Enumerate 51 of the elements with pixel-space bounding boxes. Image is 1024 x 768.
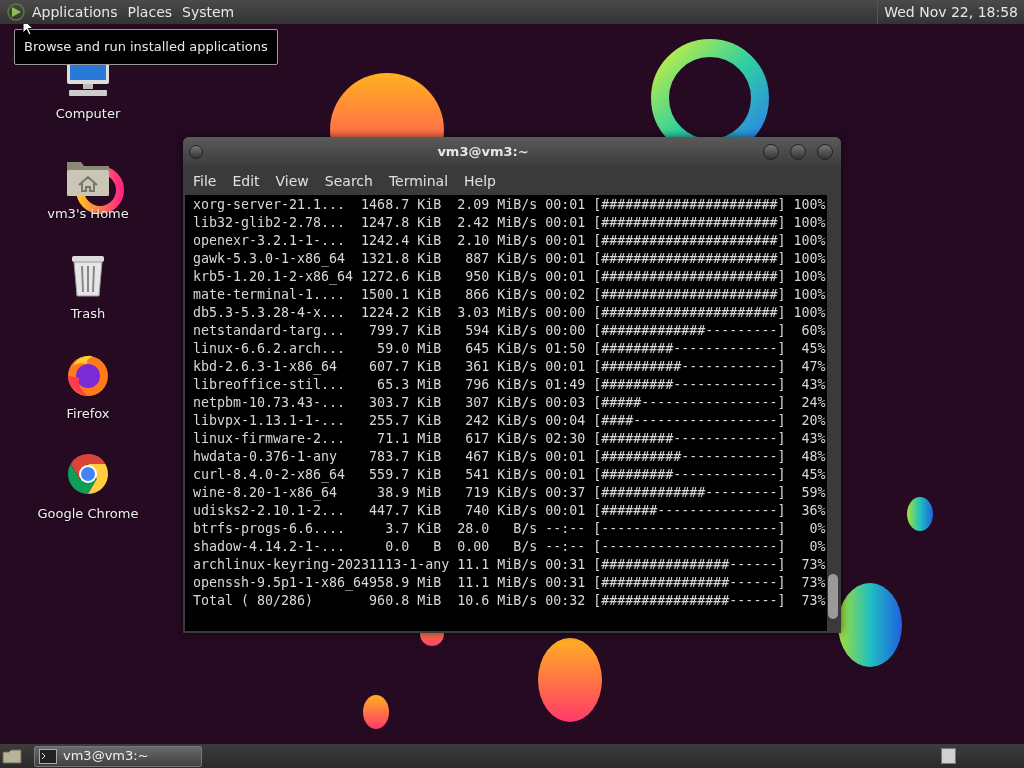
panel-menu[interactable]: System [178,1,239,23]
workspace-switcher[interactable] [941,748,956,764]
desktop-icon-label[interactable]: vm3's Home [47,204,129,224]
maximize-button[interactable] [790,144,806,160]
terminal-line: wine-8.20-1-x86_64 38.9 MiB 719 KiB/s 00:37 [#############---------] 59% [193,484,827,502]
window-title: vm3@vm3:~ [436,143,530,162]
title-bar[interactable]: vm3@vm3:~ [183,137,841,167]
terminal-line: kbd-2.6.3-1-x86_64 607.7 KiB 361 KiB/s 00:01 [##########------------] 47% [193,358,827,376]
terminal-line: netstandard-targ... 799.7 KiB 594 KiB/s 00:00 [#############---------] 60% [193,322,827,340]
terminal-line: shadow-4.14.2-1-... 0.0 B 0.00 B/s --:-- [----------------------] 0% [193,538,827,556]
terminal-line: linux-6.6.2.arch... 59.0 MiB 645 KiB/s 01:50 [#########-------------] 45% [193,340,827,358]
terminal-line: mate-terminal-1.... 1500.1 KiB 866 KiB/s 00:02 [######################] 100% [193,286,827,304]
menu-item[interactable]: View [268,170,316,192]
app-menu-icon[interactable] [6,2,26,22]
window-menu-icon[interactable] [189,145,203,159]
terminal-line: Total ( 80/286) 960.8 MiB 10.6 MiB/s 00:32 [################------] 73% [193,592,827,610]
terminal-line: gawk-5.3.0-1-x86_64 1321.8 KiB 887 KiB/s 00:01 [######################] 100% [193,250,827,268]
terminal-line: krb5-1.20.1-2-x86_64 1272.6 KiB 950 KiB/s 00:01 [######################] 100% [193,268,827,286]
scrollbar[interactable] [827,195,839,631]
menu-item[interactable]: File [186,170,224,192]
terminal-line: curl-8.4.0-2-x86_64 559.7 KiB 541 KiB/s 00:01 [#########-------------] 45% [193,466,827,484]
panel-menu[interactable]: Applications [28,1,122,23]
minimize-button[interactable] [763,144,779,160]
menu-item[interactable]: Edit [225,170,267,192]
terminal-line: hwdata-0.376-1-any 783.7 KiB 467 KiB/s 00:01 [##########------------] 48% [193,448,827,466]
terminal-line: udisks2-2.10.1-2... 447.7 KiB 740 KiB/s 00:01 [#######---------------] 36% [193,502,827,520]
terminal-line: netpbm-10.73.43-... 303.7 KiB 307 KiB/s 00:03 [#####-----------------] 24% [193,394,827,412]
taskbar-button[interactable]: vm3@vm3:~ [34,745,202,767]
tooltip: Browse and run installed applications [14,29,278,65]
terminal-line: libvpx-1.13.1-1-... 255.7 KiB 242 KiB/s 00:04 [####------------------] 20% [193,412,827,430]
desktop-icon-label[interactable]: Computer [55,104,121,124]
terminal-line: xorg-server-21.1... 1468.7 KiB 2.09 MiB/s 00:01 [######################] 100% [193,196,827,214]
show-desktop-icon[interactable] [2,747,22,765]
desktop-icon-label[interactable]: Firefox [66,404,110,424]
terminal-line: openssh-9.5p1-1-x86_64958.9 MiB 11.1 MiB/s 00:31 [################------] 73% [193,574,827,592]
terminal-line: archlinux-keyring-20231113-1-any 11.1 MiB/s 00:31 [################------] 73% [193,556,827,574]
terminal-line: db5.3-5.3.28-4-x... 1224.2 KiB 3.03 MiB/s 00:00 [######################] 100% [193,304,827,322]
menu-item[interactable]: Help [457,170,503,192]
panel-menu[interactable]: Places [123,1,177,23]
terminal-line: libreoffice-stil... 65.3 MiB 796 KiB/s 01:49 [#########-------------] 43% [193,376,827,394]
scrollbar-thumb[interactable] [828,574,838,619]
menu-item[interactable]: Search [317,170,380,192]
desktop-icon-label[interactable]: Trash [70,304,106,324]
terminal-line: lib32-glib2-2.78... 1247.8 KiB 2.42 MiB/s 00:01 [######################] 100% [193,214,827,232]
terminal-line: linux-firmware-2... 71.1 MiB 617 KiB/s 02:30 [#########-------------] 43% [193,430,827,448]
desktop-icon-label[interactable]: Google Chrome [37,504,139,524]
terminal-line: openexr-3.2.1-1-... 1242.4 KiB 2.10 MiB/s 00:01 [######################] 100% [193,232,827,250]
close-button[interactable] [817,144,833,160]
menu-item[interactable]: Terminal [381,170,456,192]
terminal-line: btrfs-progs-6.6.... 3.7 KiB 28.0 B/s --:-- [----------------------] 0% [193,520,827,538]
terminal-icon [39,748,57,764]
